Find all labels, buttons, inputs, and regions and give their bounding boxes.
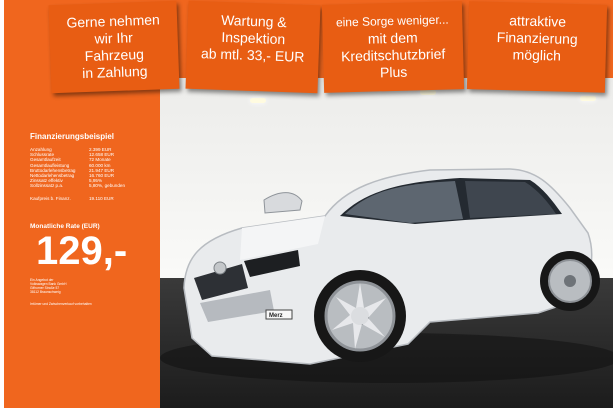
- purchase-price-row: Kaufpreis b. Finanz. 19.110 EUR: [30, 195, 114, 201]
- trade-in-banner: Gerne nehmen wir Ihr Fahrzeug in Zahlung: [48, 0, 180, 94]
- maintenance-banner: Wartung & Inspektion ab mtl. 33,- EUR: [185, 0, 321, 94]
- showroom-photo: Merz: [160, 78, 613, 408]
- car-image: Merz: [160, 168, 613, 383]
- ad-canvas: Merz Gerne nehmen wir Ihr Fahrzeug in Za…: [0, 0, 613, 408]
- disclaimer-note: Irrtümer und Zwischenverkauf vorbehalten: [30, 302, 92, 307]
- financing-banner: attraktive Finanzierung möglich: [466, 1, 608, 93]
- lender-info: Ein Angebot der Volkswagen Bank GmbH Gif…: [30, 277, 67, 295]
- financing-title: Finanzierungsbeispiel: [30, 132, 115, 141]
- monthly-rate-value: 129,-: [36, 228, 128, 273]
- credit-protection-banner: eine Sorge weniger... mit dem Kreditschu…: [321, 1, 465, 93]
- left-white-border: [0, 0, 4, 408]
- spec-row: Sollzinssatz p.a. 5,80%, gebunden: [30, 183, 126, 189]
- financing-example: Finanzierungsbeispiel Anzahlung 2.399 EUR…: [30, 132, 158, 306]
- svg-text:Merz: Merz: [269, 313, 283, 319]
